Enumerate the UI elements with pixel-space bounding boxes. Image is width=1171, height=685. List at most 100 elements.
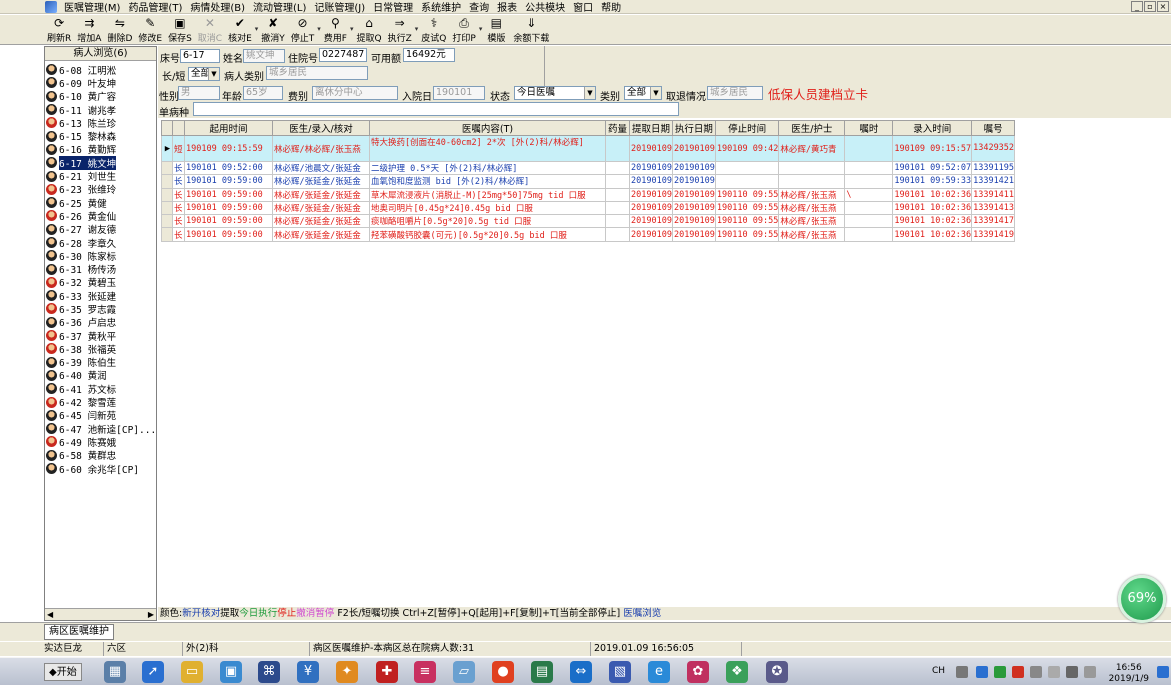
- column-header-11[interactable]: 录入时间: [892, 120, 973, 136]
- security-app-icon[interactable]: ✚: [376, 661, 398, 683]
- age-field[interactable]: 65岁: [243, 86, 283, 100]
- toolbar-button-11[interactable]: ⇒ 执行Z: [385, 15, 415, 44]
- apple-app-icon[interactable]: ●: [492, 661, 514, 683]
- menu-item-10[interactable]: 窗口: [569, 0, 597, 14]
- long-short-select[interactable]: 全部 ▼: [188, 67, 220, 81]
- column-header-12[interactable]: 嘱号: [971, 120, 1016, 136]
- printer-icon[interactable]: [1030, 666, 1042, 678]
- patient-list-item[interactable]: 6-41 苏文标: [46, 382, 156, 396]
- table-row[interactable]: 长 190101 09:59:00 林必辉/张延金/张延金 羟苯磺酸钙胶囊(可元)[0…: [161, 227, 1016, 242]
- medical-app-icon[interactable]: ❖: [726, 661, 748, 683]
- patient-list-item[interactable]: 6-32 黄碧玉: [46, 276, 156, 289]
- admit-date-field[interactable]: 190101: [433, 86, 485, 100]
- toolbar-button-2[interactable]: ⇋ 删除D: [104, 15, 135, 44]
- table-row[interactable]: 长 190101 09:52:00 林必辉/池晨文/张延金 二级护理 0.5*天 [外…: [161, 160, 1016, 176]
- minimize-button[interactable]: _: [1131, 1, 1143, 12]
- patient-type-field[interactable]: 城乡居民: [266, 66, 368, 80]
- column-header-2[interactable]: 起用时间: [184, 120, 273, 136]
- patient-list-item[interactable]: 6-23 张维玲: [46, 183, 156, 196]
- patient-list-item[interactable]: 6-60 余兆华[CP]: [46, 462, 156, 476]
- column-header-10[interactable]: 嘱时: [844, 120, 894, 136]
- patient-list-item[interactable]: 6-30 陈家标: [46, 249, 156, 263]
- name-field[interactable]: 姚文坤: [243, 49, 285, 63]
- menu-item-6[interactable]: 系统维护: [417, 0, 465, 14]
- remote-app-icon[interactable]: ▧: [609, 661, 631, 683]
- taskbar-clock[interactable]: 16:56 2019/1/9: [1109, 663, 1149, 685]
- flag-icon[interactable]: [1048, 666, 1060, 678]
- patient-list-item[interactable]: 6-27 谢友德: [46, 223, 156, 236]
- toolbar-button-14[interactable]: ▤ 模版: [482, 15, 510, 44]
- toolbar-button-5[interactable]: ✕ 取消C: [195, 15, 225, 44]
- patient-list-scrollbar[interactable]: ◀ ▶: [45, 608, 156, 620]
- compass-app-icon[interactable]: ✪: [766, 661, 788, 683]
- yuan-app-icon[interactable]: ¥: [297, 661, 319, 683]
- scroll-right-arrow-icon[interactable]: ▶: [148, 609, 154, 620]
- menu-item-11[interactable]: 帮助: [597, 0, 625, 14]
- patient-list-item[interactable]: 6-25 黄健: [46, 196, 156, 210]
- gender-field[interactable]: 男: [178, 86, 220, 100]
- patient-list-item[interactable]: 6-58 黄群忠: [46, 449, 156, 462]
- menu-item-9[interactable]: 公共模块: [521, 0, 569, 14]
- patient-list-item[interactable]: 6-42 黎雪莲: [46, 395, 156, 409]
- green-tray-icon[interactable]: [994, 666, 1006, 678]
- patient-list-item[interactable]: 6-35 罗志霞: [46, 302, 156, 316]
- scroll-left-arrow-icon[interactable]: ◀: [47, 609, 53, 620]
- ime-indicator[interactable]: CH: [932, 666, 945, 676]
- patient-list-item[interactable]: 6-33 张延建: [46, 289, 156, 303]
- patient-list-item[interactable]: 6-26 黄金仙: [46, 209, 156, 223]
- patient-list-item[interactable]: 6-08 江明淞: [46, 63, 156, 77]
- order-browse-link[interactable]: 医嘱浏览: [623, 608, 661, 619]
- patient-list-item[interactable]: 6-10 黄广容: [46, 90, 156, 103]
- toolbar-button-15[interactable]: ⇓ 余额下载: [510, 15, 552, 44]
- patient-list-item[interactable]: 6-28 李章久: [46, 236, 156, 250]
- patient-list-item[interactable]: 6-09 叶友坤: [46, 76, 156, 90]
- column-header-0[interactable]: [161, 120, 173, 136]
- performance-percent-badge[interactable]: 69%: [1118, 575, 1166, 623]
- show-desktop-icon[interactable]: [1157, 666, 1169, 678]
- start-button[interactable]: ◆开始: [44, 663, 82, 681]
- admission-no-field[interactable]: 0227487: [319, 48, 367, 62]
- row-indicator[interactable]: [161, 174, 173, 189]
- patient-list-item[interactable]: 6-16 黄勤辉: [46, 143, 156, 156]
- patient-list-item[interactable]: 6-21 刘世生: [46, 169, 156, 183]
- network-app-icon[interactable]: ▦: [104, 661, 126, 683]
- row-pointer-icon[interactable]: ▶: [161, 135, 173, 162]
- patient-list-item[interactable]: 6-31 杨传汤: [46, 262, 156, 276]
- column-header-7[interactable]: 执行日期: [671, 120, 716, 136]
- column-header-4[interactable]: 医嘱内容(T): [369, 120, 606, 136]
- patient-list-item[interactable]: 6-38 张福英: [46, 342, 156, 356]
- column-header-1[interactable]: [172, 120, 185, 136]
- game-app-icon[interactable]: ✦: [336, 661, 358, 683]
- arrow-app-icon[interactable]: ➚: [142, 661, 164, 683]
- tab-ward-order-maintenance[interactable]: 病区医嘱维护: [44, 624, 114, 640]
- table-row[interactable]: 长 190101 09:59:00 林必辉/张延金/张延金 痰咖酪咀嚼片[0.5g*2…: [161, 214, 1016, 229]
- menu-item-5[interactable]: 日常管理: [369, 0, 417, 14]
- patient-list-item[interactable]: 6-49 陈赛娥: [46, 435, 156, 449]
- status-select[interactable]: 今日医嘱 ▼: [514, 86, 596, 100]
- category-select[interactable]: 全部 ▼: [624, 86, 662, 100]
- toolbar-button-1[interactable]: ⇉ 增加A: [74, 15, 104, 44]
- table-row[interactable]: ▶ 短 190109 09:15:59 林必辉/林必辉/张玉燕 特大换药[创面在40-6…: [161, 135, 1016, 162]
- tray-app-icon[interactable]: [976, 666, 988, 678]
- patient-list-item[interactable]: 6-17 姚文坤: [46, 155, 156, 170]
- patient-list-item[interactable]: 6-39 陈伯生: [46, 356, 156, 369]
- menu-item-4[interactable]: 记账管理(J): [310, 0, 369, 14]
- toolbar-button-13[interactable]: ⎙ 打印P: [449, 15, 478, 44]
- toolbar-button-8[interactable]: ⊘ 停止T: [288, 15, 318, 44]
- menu-item-0[interactable]: 医嘱管理(M): [60, 0, 124, 14]
- terminal-app-icon[interactable]: ▤: [531, 661, 553, 683]
- column-header-3[interactable]: 医生/录入/核对: [272, 120, 370, 136]
- alert-tray-icon[interactable]: [1012, 666, 1024, 678]
- hospital-app-icon[interactable]: ✿: [687, 661, 709, 683]
- patient-list-item[interactable]: 6-15 黎林森: [46, 129, 156, 143]
- table-row[interactable]: 长 190101 09:59:00 林必辉/张延金/张延金 地奥司明片[0.45g*2…: [161, 200, 1016, 216]
- patient-list-item[interactable]: 6-47 池新逵[CP]...: [46, 422, 156, 436]
- column-header-8[interactable]: 停止时间: [714, 120, 780, 136]
- folder-icon[interactable]: ▭: [181, 661, 203, 683]
- close-button[interactable]: ×: [1157, 1, 1169, 12]
- column-header-6[interactable]: 提取日期: [629, 120, 673, 136]
- row-indicator[interactable]: [161, 214, 173, 229]
- restore-button[interactable]: ▫: [1144, 1, 1156, 12]
- teamviewer-icon[interactable]: ⇔: [570, 661, 592, 683]
- toolbar-button-9[interactable]: ⚲ 费用F: [321, 15, 350, 44]
